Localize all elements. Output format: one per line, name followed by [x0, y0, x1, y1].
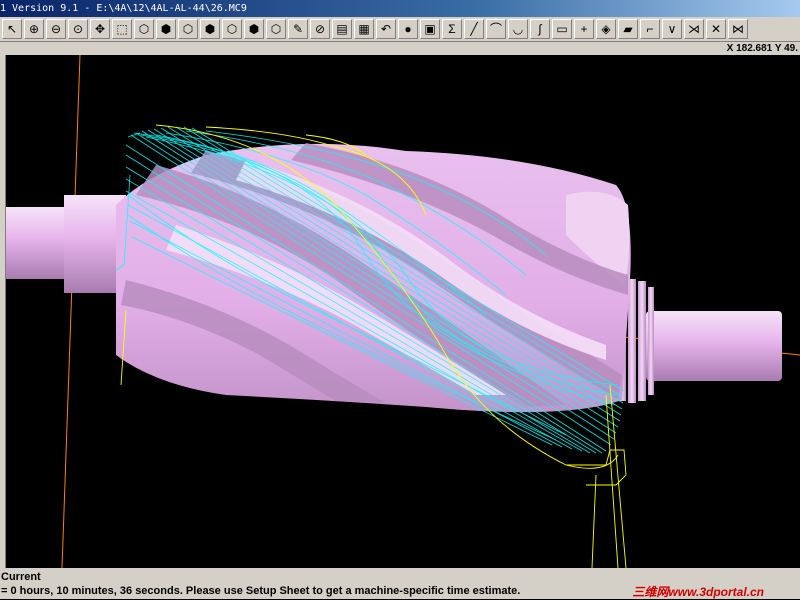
- group-icon: ▣: [424, 22, 436, 36]
- sphere-icon: ●: [404, 22, 412, 36]
- select-icon: ⬚: [116, 22, 128, 36]
- levels-icon: ▦: [358, 22, 370, 36]
- cube-button[interactable]: ⬡: [222, 19, 242, 39]
- view-iso-icon: ⬢: [204, 22, 216, 36]
- zoom-window-icon: ⊙: [72, 22, 84, 36]
- sigma-button[interactable]: Σ: [442, 19, 462, 39]
- layers-icon: ▤: [336, 22, 348, 36]
- scene-svg[interactable]: [6, 55, 800, 568]
- no-entry-icon: ⊘: [314, 22, 326, 36]
- pan-icon: ✥: [94, 22, 106, 36]
- status-label: Current: [1, 571, 41, 583]
- title-bar: 1 Version 9.1 - E:\4A\12\4AL-AL-44\26.MC…: [0, 0, 800, 17]
- cube-wire-icon: ⬢: [248, 22, 260, 36]
- zoom-in-icon: ⊕: [28, 22, 40, 36]
- zoom-out-button[interactable]: ⊖: [46, 19, 66, 39]
- delete-icon: ✕: [710, 22, 722, 36]
- window-title: 1 Version 9.1 - E:\4A\12\4AL-AL-44\26.MC…: [0, 3, 247, 14]
- rectangle-icon: ▭: [556, 22, 568, 36]
- point-button[interactable]: +: [574, 19, 594, 39]
- pointer-icon: ↖: [6, 22, 18, 36]
- solid-icon: ◈: [601, 22, 611, 36]
- point-icon: +: [580, 22, 588, 36]
- rectangle-button[interactable]: ▭: [552, 19, 572, 39]
- axis-line-left: [61, 55, 81, 568]
- extend-icon: ∨: [667, 22, 677, 36]
- cube-wire-button[interactable]: ⬢: [244, 19, 264, 39]
- graphics-viewport[interactable]: [6, 55, 800, 568]
- arc-icon: ⌒: [489, 22, 502, 36]
- pan-button[interactable]: ✥: [90, 19, 110, 39]
- select-button[interactable]: ⬚: [112, 19, 132, 39]
- line-button[interactable]: ╱: [464, 19, 484, 39]
- pencil-button[interactable]: ✎: [288, 19, 308, 39]
- curve-button[interactable]: ◡: [508, 19, 528, 39]
- view-iso-button[interactable]: ⬢: [200, 19, 220, 39]
- group-button[interactable]: ▣: [420, 19, 440, 39]
- undo-icon: ↶: [380, 22, 392, 36]
- left-shaft: [6, 207, 68, 279]
- cube-icon: ⬡: [226, 22, 238, 36]
- delete-button[interactable]: ✕: [706, 19, 726, 39]
- pencil-icon: ✎: [292, 22, 304, 36]
- spline-icon: ∫: [538, 22, 542, 36]
- coordinate-bar: X 182.681 Y 49.: [0, 42, 800, 55]
- zoom-out-icon: ⊖: [50, 22, 62, 36]
- spline-button[interactable]: ∫: [530, 19, 550, 39]
- view-front-button[interactable]: ⬢: [156, 19, 176, 39]
- layers-button[interactable]: ▤: [332, 19, 352, 39]
- view-top-icon: ⬡: [138, 22, 150, 36]
- pointer-button[interactable]: ↖: [2, 19, 22, 39]
- line-icon: ╱: [470, 22, 478, 36]
- break-button[interactable]: ⋊: [684, 19, 704, 39]
- arc-button[interactable]: ⌒: [486, 19, 506, 39]
- zoom-in-button[interactable]: ⊕: [24, 19, 44, 39]
- trim-button[interactable]: ⌐: [640, 19, 660, 39]
- main-toolbar: ↖ ⊕ ⊖ ⊙ ✥ ⬚ ⬡ ⬢ ⬡ ⬢ ⬡ ⬢ ⬡ ✎ ⊘ ▤ ▦ ↶ ● ▣ Σ ╱ ⌒ ◡ ∫ ▭ + ◈ ▰ ⌐ ∨ ⋊ ✕ ⋈: [0, 17, 800, 42]
- view-front-icon: ⬢: [160, 22, 172, 36]
- mirror-button[interactable]: ⋈: [728, 19, 748, 39]
- trim-icon: ⌐: [646, 22, 654, 36]
- view-side-icon: ⬡: [182, 22, 194, 36]
- cursor-coordinates: X 182.681 Y 49.: [726, 43, 798, 54]
- curve-icon: ◡: [512, 22, 524, 36]
- extend-button[interactable]: ∨: [662, 19, 682, 39]
- solid-button[interactable]: ◈: [596, 19, 616, 39]
- watermark: 三维网www.3dportal.cn: [632, 585, 764, 599]
- zoom-window-button[interactable]: ⊙: [68, 19, 88, 39]
- levels-button[interactable]: ▦: [354, 19, 374, 39]
- undo-button[interactable]: ↶: [376, 19, 396, 39]
- status-message: = 0 hours, 10 minutes, 36 seconds. Pleas…: [1, 585, 521, 597]
- sigma-icon: Σ: [448, 22, 456, 36]
- view-side-button[interactable]: ⬡: [178, 19, 198, 39]
- cube-shaded-button[interactable]: ⬡: [266, 19, 286, 39]
- status-bar: Current = 0 hours, 10 minutes, 36 second…: [0, 568, 800, 599]
- box-button[interactable]: ▰: [618, 19, 638, 39]
- view-top-button[interactable]: ⬡: [134, 19, 154, 39]
- break-icon: ⋊: [688, 22, 700, 36]
- mirror-icon: ⋈: [732, 22, 744, 36]
- cube-shaded-icon: ⬡: [270, 22, 282, 36]
- no-entry-button[interactable]: ⊘: [310, 19, 330, 39]
- box-icon: ▰: [623, 22, 633, 36]
- right-shaft: [646, 311, 782, 381]
- sphere-button[interactable]: ●: [398, 19, 418, 39]
